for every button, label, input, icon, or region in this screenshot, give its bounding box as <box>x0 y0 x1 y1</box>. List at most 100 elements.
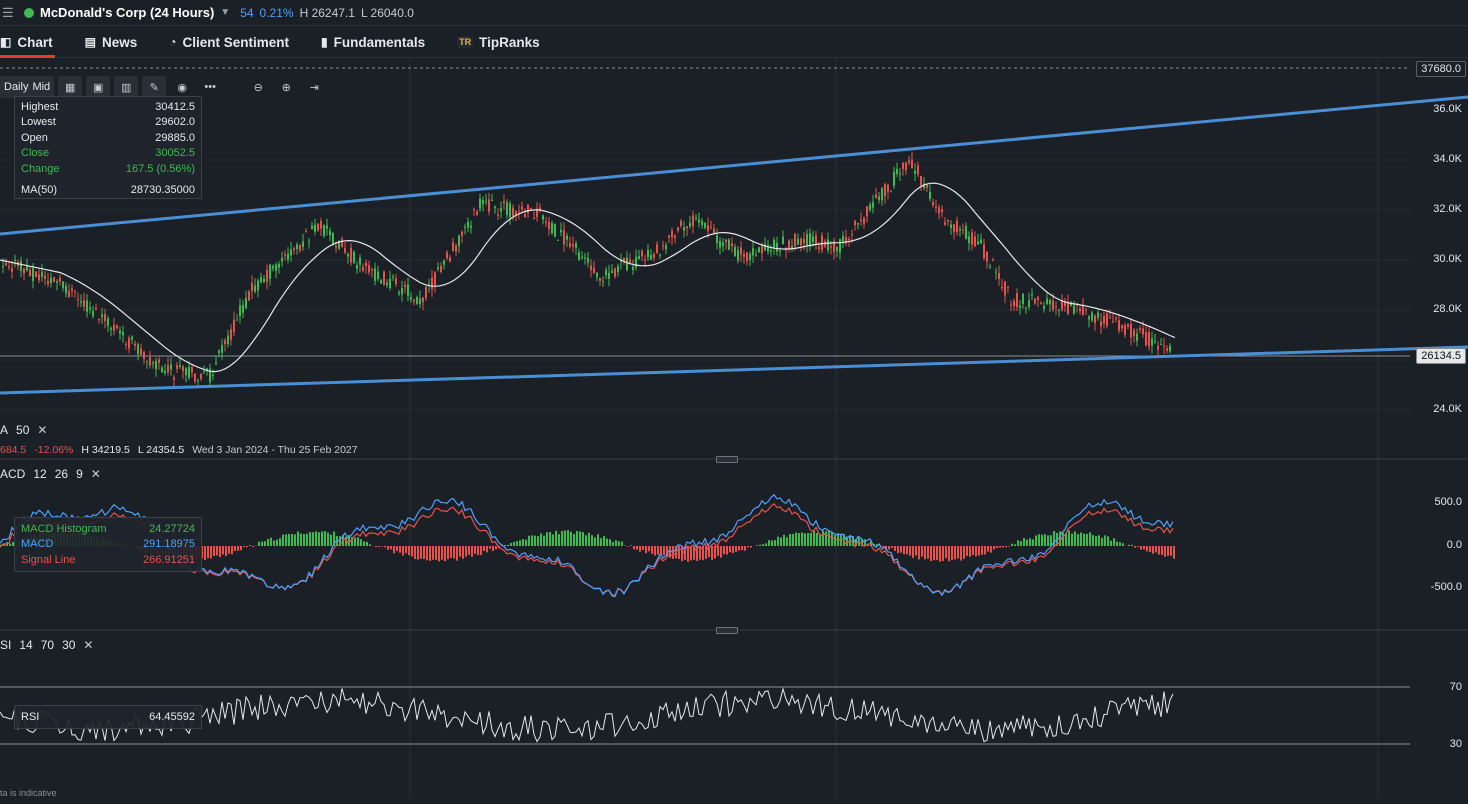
candle-body <box>1058 309 1060 311</box>
price-chart-canvas[interactable] <box>0 58 1468 804</box>
macd-histogram-bar <box>750 546 752 548</box>
candle-body <box>194 373 196 382</box>
macd-histogram-bar <box>567 530 569 546</box>
indicator-param: 12 <box>33 467 47 481</box>
candle-body <box>32 268 34 282</box>
candle-body <box>647 249 649 258</box>
macd-histogram-bar <box>906 546 908 555</box>
instrument-header: ☰ McDonald's Corp (24 Hours) ▼ 54 0.21% … <box>0 0 1468 26</box>
tab-label: Client Sentiment <box>182 34 289 50</box>
candle-body <box>509 203 511 218</box>
macd-histogram-bar <box>924 546 926 560</box>
macd-histogram-bar <box>1068 530 1070 546</box>
tab-label: Chart <box>17 34 53 50</box>
menu-icon[interactable]: ☰ <box>2 5 14 21</box>
candle-body <box>125 343 127 345</box>
macd-histogram-bar <box>369 544 371 546</box>
macd-histogram-bar <box>237 546 239 551</box>
candle-body <box>530 208 532 210</box>
macd-histogram-bar <box>444 546 446 562</box>
tab-news[interactable]: ▤ News <box>69 27 154 58</box>
zoom-in-icon[interactable]: ⊕ <box>274 76 298 98</box>
macd-histogram-bar <box>570 531 572 546</box>
candle-body <box>992 259 994 261</box>
macd-histogram-bar <box>726 546 728 555</box>
candle-body <box>365 262 367 267</box>
macd-histogram-bar <box>1104 535 1106 546</box>
zoom-out-icon[interactable]: ⊖ <box>246 76 270 98</box>
rsi-indicator-label[interactable]: SI 14 70 30 ✕ <box>0 638 93 652</box>
close-icon[interactable]: ✕ <box>37 423 47 437</box>
candle-body <box>158 359 160 363</box>
price-axis-label: 30.0K <box>1433 253 1462 265</box>
macd-histogram-bar <box>1107 536 1109 546</box>
draw-pencil-icon[interactable]: ✎ <box>142 76 167 98</box>
candle-body <box>167 365 169 373</box>
macd-histogram-bar <box>621 541 623 546</box>
macd-histogram-bar <box>393 546 395 554</box>
macd-indicator-label[interactable]: ACD 12 26 9 ✕ <box>0 467 101 481</box>
macd-histogram-bar <box>576 530 578 546</box>
tab-label: News <box>101 34 138 50</box>
tab-chart[interactable]: ◧ Chart <box>0 27 69 58</box>
pane-resize-handle[interactable] <box>716 456 738 463</box>
close-icon[interactable]: ✕ <box>83 638 93 652</box>
candle-body <box>362 266 364 271</box>
instrument-title[interactable]: McDonald's Corp (24 Hours) <box>40 5 214 20</box>
macd-histogram-bar <box>1038 534 1040 546</box>
macd-histogram-bar <box>714 546 716 559</box>
chevron-down-icon[interactable]: ▼ <box>220 7 230 18</box>
eye-icon[interactable]: ◉ <box>170 76 194 98</box>
candle-body <box>200 374 202 379</box>
macd-histogram-bar <box>1113 538 1115 546</box>
candle-body <box>467 221 469 228</box>
indicators-icon[interactable]: ▣ <box>86 76 111 98</box>
ma-indicator-label[interactable]: A 50 ✕ <box>0 423 47 437</box>
candle-body <box>848 238 850 241</box>
macd-histogram-bar <box>717 546 719 556</box>
period-selector[interactable]: Daily Mid <box>0 76 55 98</box>
candle-body <box>101 314 103 318</box>
price-axis-label: 32.0K <box>1433 203 1462 215</box>
candle-body <box>458 235 460 247</box>
macd-histogram-bar <box>969 546 971 557</box>
pane-resize-handle[interactable] <box>716 627 738 634</box>
candle-body <box>1118 320 1120 331</box>
macd-histogram-bar <box>216 546 218 556</box>
candle-body <box>734 246 736 257</box>
macd-histogram-bar <box>795 532 797 546</box>
candle-body <box>482 200 484 205</box>
macd-histogram-bar <box>294 534 296 546</box>
jump-to-end-icon[interactable]: ⇥ <box>302 76 326 98</box>
candle-body <box>1013 300 1015 307</box>
candle-body <box>563 230 565 245</box>
candle-body <box>875 194 877 199</box>
macd-histogram-bar <box>273 540 275 546</box>
high-value: H 26247.1 <box>299 5 355 20</box>
macd-histogram-bar <box>762 544 764 546</box>
tab-tipranks[interactable]: TR TipRanks <box>441 27 556 58</box>
candle-body <box>290 249 292 256</box>
candle-body <box>560 229 562 233</box>
macd-histogram-bar <box>270 537 272 546</box>
macd-histogram-bar <box>1041 534 1043 546</box>
macd-histogram-bar <box>1077 534 1079 546</box>
macd-histogram-bar <box>1002 546 1004 548</box>
top-price-tag: 37680.0 <box>1416 61 1466 77</box>
candle-body <box>137 344 139 355</box>
candle-body <box>659 254 661 256</box>
tab-client-sentiment[interactable]: ◔ Client Sentiment <box>153 27 305 58</box>
tab-label: Fundamentals <box>333 34 426 50</box>
macd-histogram-bar <box>555 530 557 546</box>
tipranks-logo-icon: TR <box>457 36 474 48</box>
tab-fundamentals[interactable]: ▮ Fundamentals <box>305 27 441 58</box>
macd-histogram-bar <box>963 546 965 559</box>
indicator-name: SI <box>0 638 12 652</box>
candle-body <box>488 199 490 212</box>
more-icon[interactable]: ••• <box>198 76 222 98</box>
candle-body <box>878 196 880 201</box>
bar-chart-icon[interactable]: ▥ <box>114 76 139 98</box>
close-icon[interactable]: ✕ <box>91 467 101 481</box>
candle-type-icon[interactable]: ▦ <box>58 76 83 98</box>
macd-histogram-bar <box>573 534 575 546</box>
